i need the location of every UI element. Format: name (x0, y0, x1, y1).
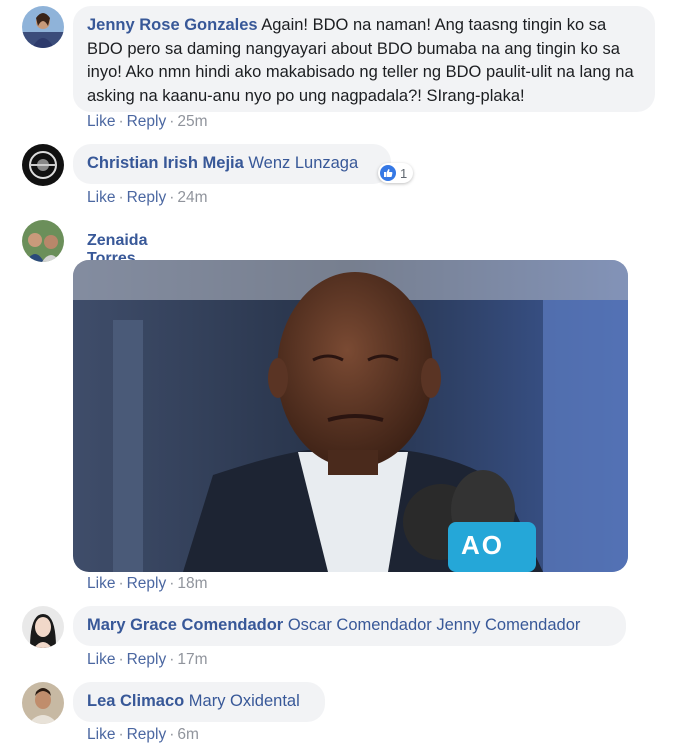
tagged-user[interactable]: Wenz Lunzaga (244, 154, 358, 172)
like-link[interactable]: Like (87, 189, 115, 206)
comment-actions: Like · Reply · 25m (87, 113, 208, 130)
comment-author[interactable]: Christian Irish Mejia (87, 154, 244, 172)
avatar[interactable] (22, 6, 64, 48)
reply-link[interactable]: Reply (127, 113, 167, 130)
reply-link[interactable]: Reply (127, 726, 167, 743)
comment-bubble: Christian Irish Mejia Wenz Lunzaga (73, 144, 391, 184)
mic-logo: AO (461, 530, 504, 560)
like-link[interactable]: Like (87, 575, 115, 592)
reply-link[interactable]: Reply (127, 651, 167, 668)
reaction-badge[interactable]: 1 (378, 163, 414, 183)
comment-actions: Like · Reply · 17m (87, 651, 208, 668)
like-link[interactable]: Like (87, 651, 115, 668)
tagged-user[interactable]: Mary Oxidental (184, 692, 300, 710)
comment-author[interactable]: Mary Grace Comendador (87, 616, 283, 634)
reply-link[interactable]: Reply (127, 575, 167, 592)
avatar[interactable] (22, 682, 64, 724)
timestamp[interactable]: 24m (177, 189, 207, 206)
comment-author[interactable]: Jenny Rose Gonzales (87, 16, 258, 34)
tagged-users[interactable]: Oscar Comendador Jenny Comendador (283, 616, 581, 634)
comment-photo[interactable]: AO (73, 260, 628, 572)
timestamp[interactable]: 25m (177, 113, 207, 130)
timestamp[interactable]: 18m (177, 575, 207, 592)
reaction-count: 1 (400, 165, 408, 181)
avatar[interactable] (22, 606, 64, 648)
avatar[interactable] (22, 220, 64, 262)
comment-actions: Like · Reply · 18m (87, 575, 208, 592)
avatar[interactable] (22, 144, 64, 186)
comment-bubble: Mary Grace Comendador Oscar Comendador J… (73, 606, 626, 646)
comment-author[interactable]: Lea Climaco (87, 692, 184, 710)
reply-link[interactable]: Reply (127, 189, 167, 206)
thumbs-up-icon (380, 165, 396, 181)
like-link[interactable]: Like (87, 113, 115, 130)
like-link[interactable]: Like (87, 726, 115, 743)
comment-actions: Like · Reply · 24m (87, 189, 208, 206)
comment-bubble: Jenny Rose Gonzales Again! BDO na naman!… (73, 6, 655, 112)
timestamp[interactable]: 6m (177, 726, 199, 743)
comment-bubble: Lea Climaco Mary Oxidental (73, 682, 325, 722)
timestamp[interactable]: 17m (177, 651, 207, 668)
comment-actions: Like · Reply · 6m (87, 726, 199, 743)
